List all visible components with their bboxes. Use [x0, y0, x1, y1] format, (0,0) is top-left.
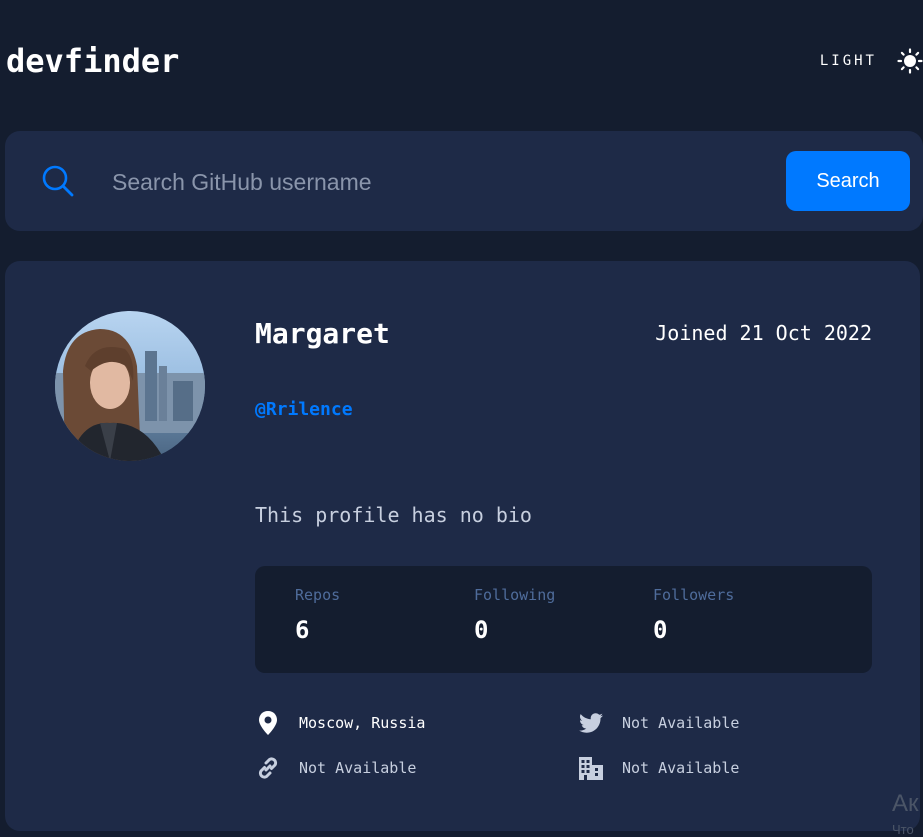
stat-repos: Repos 6: [295, 586, 340, 644]
blog-text: Not Available: [299, 759, 417, 777]
company-text: Not Available: [622, 759, 740, 777]
avatar: [55, 311, 205, 461]
location-item: Moscow, Russia: [255, 710, 425, 736]
app-header: devfinder LIGHT: [6, 42, 923, 82]
search-button[interactable]: Search: [786, 151, 910, 211]
location-pin-icon: [259, 711, 277, 735]
app-logo: devfinder: [6, 42, 180, 80]
stat-followers-label: Followers: [653, 586, 735, 604]
profile-card: Margaret Joined 21 Oct 2022 @Rrilence Th…: [5, 261, 920, 831]
avatar-photo: [55, 311, 205, 461]
search-bar: Search: [5, 131, 923, 231]
search-icon: [42, 165, 74, 197]
theme-toggle-button[interactable]: LIGHT: [820, 48, 923, 74]
blog-item: Not Available: [255, 755, 416, 781]
stat-following-label: Following: [474, 586, 556, 604]
office-building-icon: [579, 757, 603, 780]
stat-repos-value: 6: [295, 616, 310, 644]
twitter-icon: [579, 713, 603, 733]
stat-following-value: 0: [474, 616, 489, 644]
stat-following: Following 0: [474, 586, 555, 644]
sun-icon: [897, 48, 923, 74]
profile-bio: This profile has no bio: [255, 503, 532, 527]
location-text: Moscow, Russia: [299, 714, 426, 732]
link-icon: [258, 757, 278, 779]
stat-followers: Followers 0: [653, 586, 734, 644]
profile-name: Margaret: [255, 317, 390, 350]
twitter-text: Not Available: [622, 714, 740, 732]
stat-followers-value: 0: [653, 616, 668, 644]
profile-login-link[interactable]: @Rrilence: [255, 399, 353, 420]
profile-joined-date: Joined 21 Oct 2022: [655, 321, 872, 345]
os-activation-watermark-subtext: Что: [892, 822, 914, 837]
search-input[interactable]: [110, 163, 754, 201]
os-activation-watermark: Ак: [892, 790, 919, 817]
company-item: Not Available: [578, 755, 739, 781]
profile-links: Moscow, Russia Not Available Not Availab…: [255, 708, 872, 808]
profile-stats: Repos 6 Following 0 Followers 0: [255, 566, 872, 673]
twitter-item: Not Available: [578, 710, 739, 736]
stat-repos-label: Repos: [295, 586, 341, 604]
theme-toggle-label: LIGHT: [819, 53, 877, 69]
